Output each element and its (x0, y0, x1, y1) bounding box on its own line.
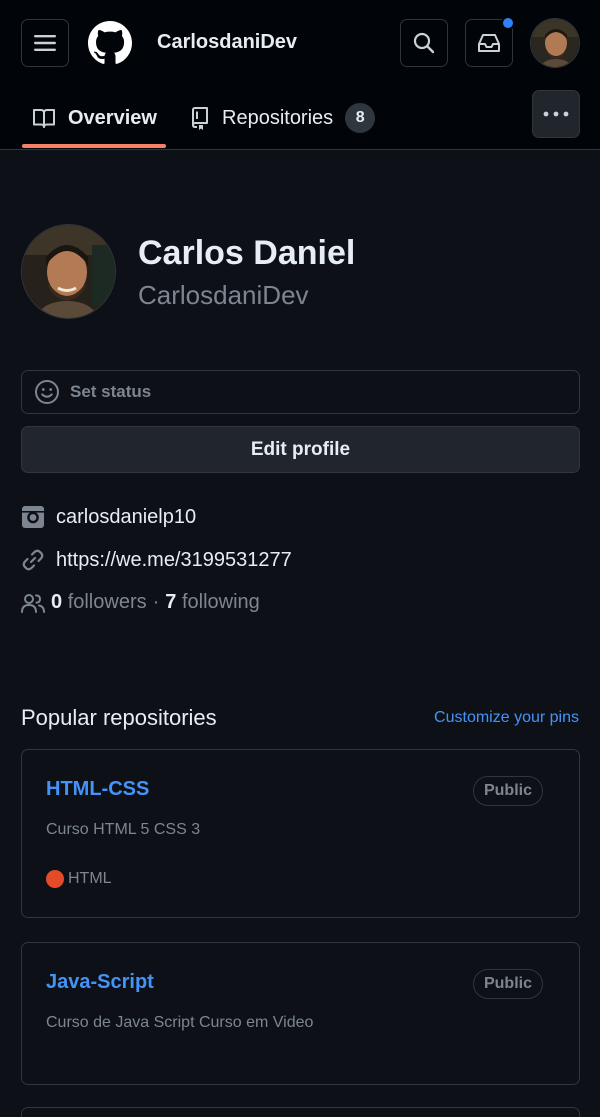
profile-login: CarlosdaniDev (138, 280, 309, 310)
search-button[interactable] (400, 19, 448, 67)
repo-language: HTML (46, 870, 112, 888)
set-status-button[interactable]: Set status (21, 370, 580, 414)
repo-name-link[interactable]: Java-Script (46, 971, 154, 994)
user-avatar-menu[interactable] (530, 18, 580, 68)
header-username[interactable]: CarlosdaniDev (157, 31, 297, 54)
followers-label: followers (67, 591, 147, 613)
website-url[interactable]: https://we.me/3199531277 (56, 549, 292, 572)
following-count: 7 (165, 591, 177, 613)
following-label: following (181, 591, 260, 613)
language-color-dot (46, 870, 64, 888)
following-link[interactable]: 7 following (165, 591, 260, 614)
repo-card-partial (21, 1107, 580, 1117)
selected-tab-indicator (22, 144, 166, 148)
tab-overview[interactable]: Overview (32, 88, 157, 148)
instagram-icon (21, 505, 45, 529)
inbox-icon (477, 32, 501, 54)
book-icon (32, 107, 56, 129)
repo-name-link[interactable]: HTML-CSS (46, 778, 149, 801)
kebab-horizontal-icon (543, 111, 569, 117)
instagram-row[interactable]: carlosdanielp10 (21, 505, 196, 529)
notification-dot (501, 16, 515, 30)
followers-count: 0 (51, 591, 63, 613)
visibility-badge: Public (472, 969, 543, 999)
link-icon (21, 548, 45, 572)
repo-description: Curso de Java Script Curso em Video (46, 1014, 314, 1031)
popular-repositories-title: Popular repositories (21, 705, 217, 730)
followers-link[interactable]: 0 followers (51, 591, 147, 614)
customize-pins-link[interactable]: Customize your pins (434, 709, 579, 727)
profile-avatar[interactable] (21, 224, 116, 319)
more-tabs-button[interactable] (532, 90, 580, 138)
smiley-icon (34, 379, 60, 405)
repositories-count: 8 (345, 103, 376, 133)
avatar (22, 225, 115, 318)
tab-repositories[interactable]: Repositories 8 (190, 88, 376, 148)
hamburger-icon (34, 34, 56, 52)
set-status-label: Set status (70, 382, 152, 401)
follow-separator: · (152, 591, 160, 613)
website-row[interactable]: https://we.me/3199531277 (21, 548, 292, 572)
profile-full-name: Carlos Daniel (138, 234, 356, 272)
menu-button[interactable] (21, 19, 69, 67)
repo-language-label: HTML (68, 870, 112, 887)
tab-overview-label: Overview (68, 106, 157, 129)
profile-tabs: Overview Repositories 8 (0, 88, 600, 150)
avatar (531, 19, 579, 67)
repo-card: Java-Script Public Curso de Java Script … (21, 942, 580, 1085)
repo-description: Curso HTML 5 CSS 3 (46, 821, 201, 838)
people-icon (21, 592, 45, 614)
repo-card: HTML-CSS Public Curso HTML 5 CSS 3 HTML (21, 749, 580, 918)
visibility-badge: Public (472, 776, 543, 806)
follow-stats: 0 followers · 7 following (21, 591, 260, 614)
instagram-handle: carlosdanielp10 (56, 505, 197, 528)
tab-repositories-label: Repositories (222, 106, 334, 129)
repo-icon (190, 106, 210, 130)
search-icon (413, 32, 435, 54)
app-header: CarlosdaniDev Overview Repositories 8 (0, 0, 600, 150)
edit-profile-button[interactable]: Edit profile (21, 426, 580, 473)
github-logo-icon[interactable] (88, 21, 132, 65)
